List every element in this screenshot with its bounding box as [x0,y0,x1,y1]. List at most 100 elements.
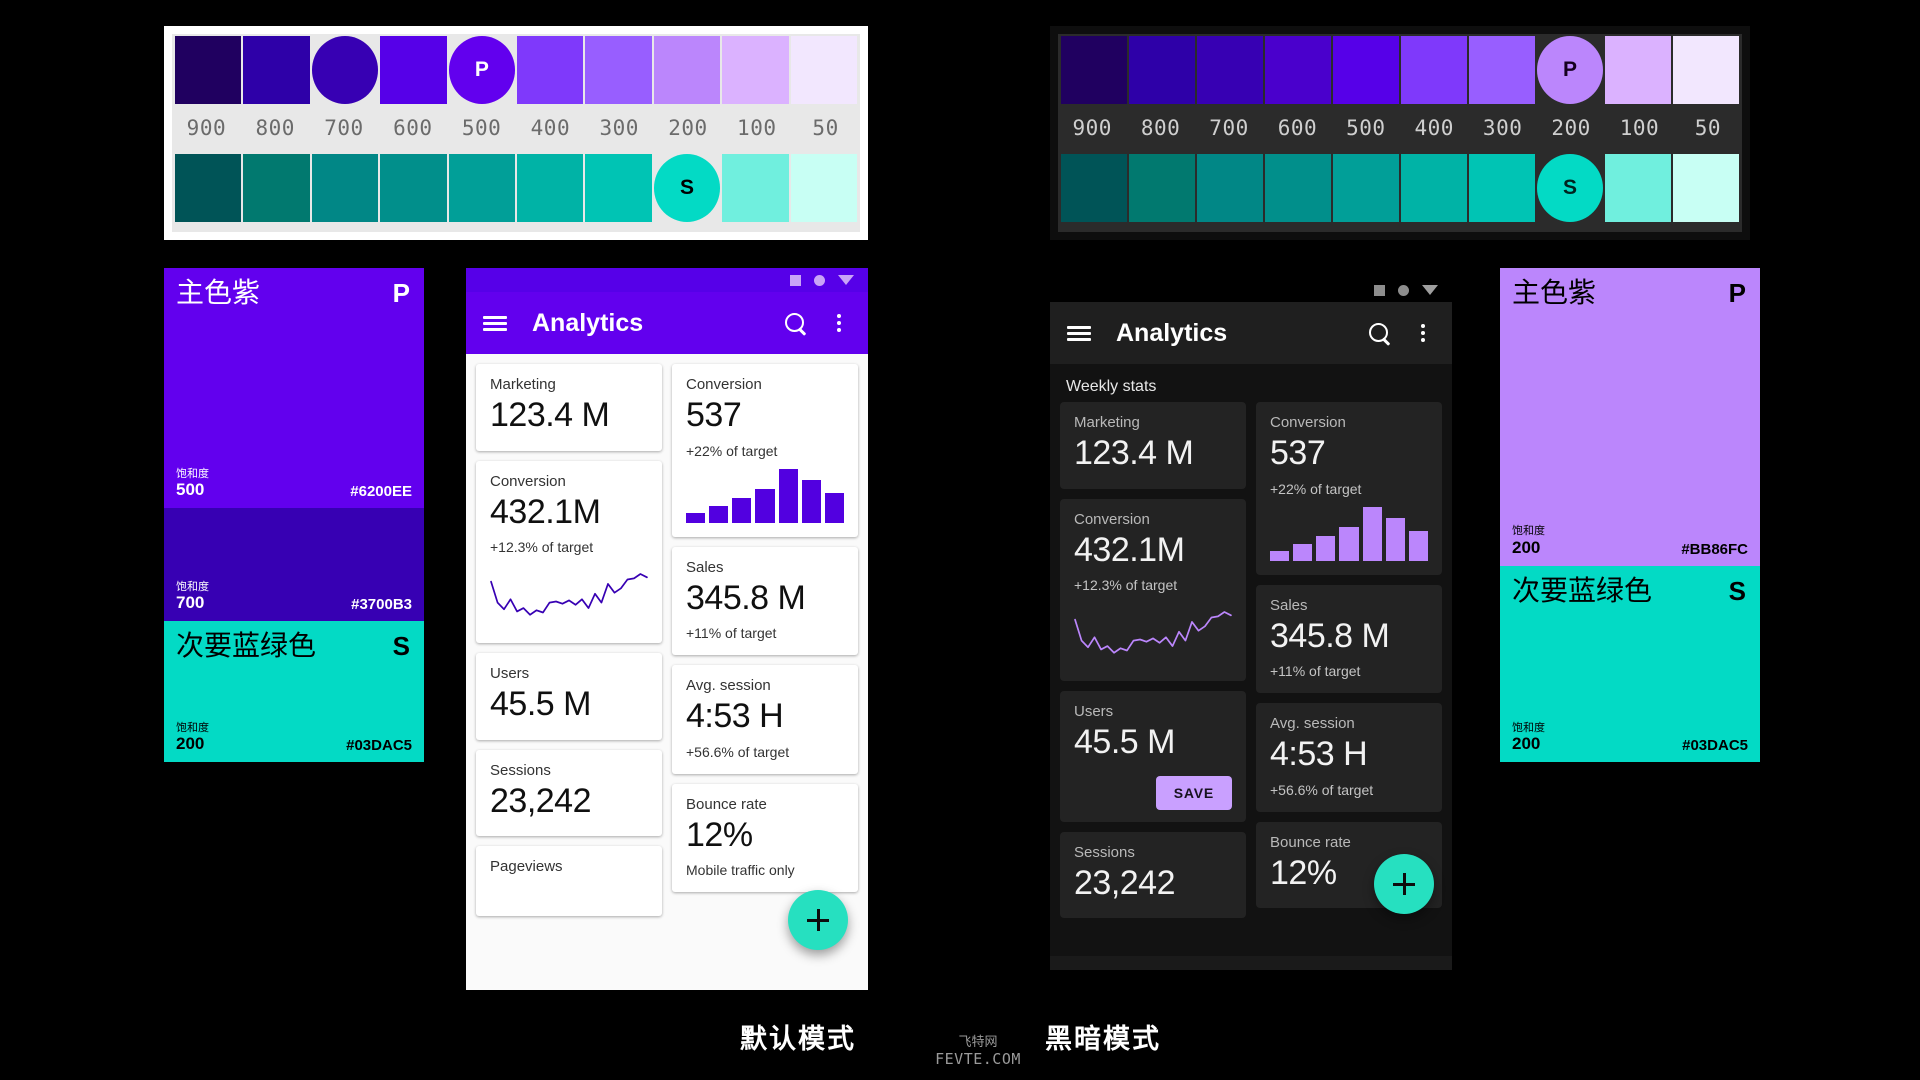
more-vertical-icon[interactable] [1410,320,1436,346]
swatch-500[interactable]: P [448,36,516,104]
swatch-700[interactable] [311,154,379,222]
swatch-50[interactable] [1673,36,1739,104]
swatch-300[interactable] [1469,36,1535,104]
swatch-100[interactable] [722,36,789,104]
card-label: Pageviews [490,858,563,875]
search-icon[interactable] [782,310,808,336]
app-title: Analytics [1116,318,1228,347]
phone-mockup-dark: Analytics Weekly stats Marketing 123.4 M… [1050,278,1452,970]
swatch-50[interactable] [1673,154,1739,222]
swatch-200[interactable]: S [1537,154,1603,222]
card-label: Marketing [490,376,556,393]
swatch-400[interactable] [517,36,584,104]
hamburger-menu-icon[interactable] [482,310,508,336]
bar-7 [824,492,844,523]
color-block-footer: 饱和度 200 #03DAC5 [1512,722,1748,754]
swatch-800[interactable] [243,36,310,104]
light-tone-500: 500 [461,116,502,140]
swatch-200[interactable] [653,36,721,104]
swatch-100[interactable] [722,154,789,222]
color-block-footer: 饱和度 200 #BB86FC [1512,525,1748,557]
card-value: 4:53 H [1270,735,1368,773]
card-users[interactable]: Users 45.5 M [476,653,662,740]
swatch-600[interactable] [380,154,447,222]
card-pageviews[interactable]: Pageviews [476,846,662,916]
color-block-6200EE[interactable]: 主色紫 P 饱和度 500 #6200EE [164,268,424,509]
swatch-400[interactable] [1401,154,1467,222]
fab-add-button[interactable] [788,890,848,950]
swatch-600[interactable] [1265,154,1331,222]
swatch-700[interactable] [311,36,379,104]
card-sales[interactable]: Sales 345.8 M +11% of target [1256,584,1442,693]
bar-2 [1293,544,1313,561]
card-label: Sales [1270,596,1308,614]
card-conversion-left[interactable]: Conversion 432.1M +12.3% of target [476,460,662,643]
swatch-100[interactable] [1605,36,1671,104]
swatch-300[interactable] [585,154,652,222]
card-conversion-right[interactable]: Conversion 537 +22% of target [672,364,858,537]
hamburger-menu-icon[interactable] [1066,320,1092,346]
swatch-500[interactable] [1333,36,1399,104]
card-marketing[interactable]: Marketing 123.4 M [476,364,662,451]
search-icon[interactable] [1366,320,1392,346]
card-sales[interactable]: Sales 345.8 M +11% of target [672,546,858,655]
swatch-600[interactable] [380,36,447,104]
color-block-03DAC5[interactable]: 次要蓝绿色 S 饱和度 200 #03DAC5 [164,621,424,762]
card-users[interactable]: Users 45.5 M SAVE [1060,691,1246,822]
bar-6 [801,480,821,523]
app-content-light[interactable]: Marketing 123.4 M Conversion 432.1M +12.… [466,354,868,990]
swatch-400[interactable] [1401,36,1467,104]
card-conversion-right[interactable]: Conversion 537 +22% of target [1256,402,1442,575]
swatch-200[interactable]: S [653,154,721,222]
card-label: Bounce rate [1270,833,1351,851]
swatch-900[interactable] [1061,36,1127,104]
card-avg-session[interactable]: Avg. session 4:53 H +56.6% of target [672,665,858,774]
swatch-marker-label: P [474,58,489,81]
dark-tone-900: 900 [1072,116,1112,140]
save-button[interactable]: SAVE [1155,775,1232,810]
light-tone-100: 100 [737,116,777,140]
light-tone-300: 300 [599,116,639,140]
left-column-light: Marketing 123.4 M Conversion 432.1M +12.… [476,364,662,916]
swatch-50[interactable] [790,154,858,222]
swatch-500[interactable] [1333,154,1399,222]
card-bounce-rate[interactable]: Bounce rate 12% Mobile traffic only [672,783,858,892]
card-label: Sales [686,558,724,576]
fab-add-button[interactable] [1374,854,1434,914]
color-block-BB86FC[interactable]: 主色紫 P 饱和度 200 #BB86FC [1500,268,1760,566]
palette-dark-secondary-row: S [1058,152,1742,222]
card-sessions[interactable]: Sessions 23,242 [476,749,662,836]
color-block-footer: 饱和度 500 #6200EE [176,468,412,500]
card-subtext: +22% of target [1270,480,1362,497]
swatch-600[interactable] [1265,36,1331,104]
swatch-900[interactable] [175,154,242,222]
color-block-3700B3[interactable]: 饱和度 700 #3700B3 [164,508,424,622]
swatch-200[interactable]: P [1537,36,1603,104]
card-value: 345.8 M [686,578,806,617]
swatch-300[interactable] [1469,154,1535,222]
swatch-100[interactable] [1605,154,1671,222]
swatch-900[interactable] [175,36,242,104]
hex-value: #03DAC5 [346,737,412,754]
card-value: 45.5 M [1074,723,1175,761]
card-sessions[interactable]: Sessions 23,242 [1060,831,1246,918]
swatch-300[interactable] [585,36,652,104]
more-vertical-icon[interactable] [826,310,852,336]
swatch-50[interactable] [790,36,858,104]
swatch-500[interactable] [448,154,516,222]
swatch-400[interactable] [517,154,584,222]
card-avg-session[interactable]: Avg. session 4:53 H +56.6% of target [1256,703,1442,812]
palette-dark-tone-labels: 900 800 700 600 500 400 300 200 100 50 [1058,104,1742,152]
card-marketing[interactable]: Marketing 123.4 M [1060,402,1246,489]
swatch-900[interactable] [1061,154,1127,222]
swatch-700[interactable] [1197,154,1263,222]
swatch-800[interactable] [1129,154,1195,222]
app-content-dark[interactable]: Weekly stats Marketing 123.4 M Conversio… [1050,364,1452,970]
swatch-800[interactable] [1129,36,1195,104]
status-triangle-icon [838,275,854,285]
status-bar-light [466,268,868,292]
color-block-03DAC5[interactable]: 次要蓝绿色 S 饱和度 200 #03DAC5 [1500,565,1760,762]
swatch-700[interactable] [1197,36,1263,104]
swatch-800[interactable] [243,154,310,222]
card-conversion-left[interactable]: Conversion 432.1M +12.3% of target [1060,498,1246,681]
